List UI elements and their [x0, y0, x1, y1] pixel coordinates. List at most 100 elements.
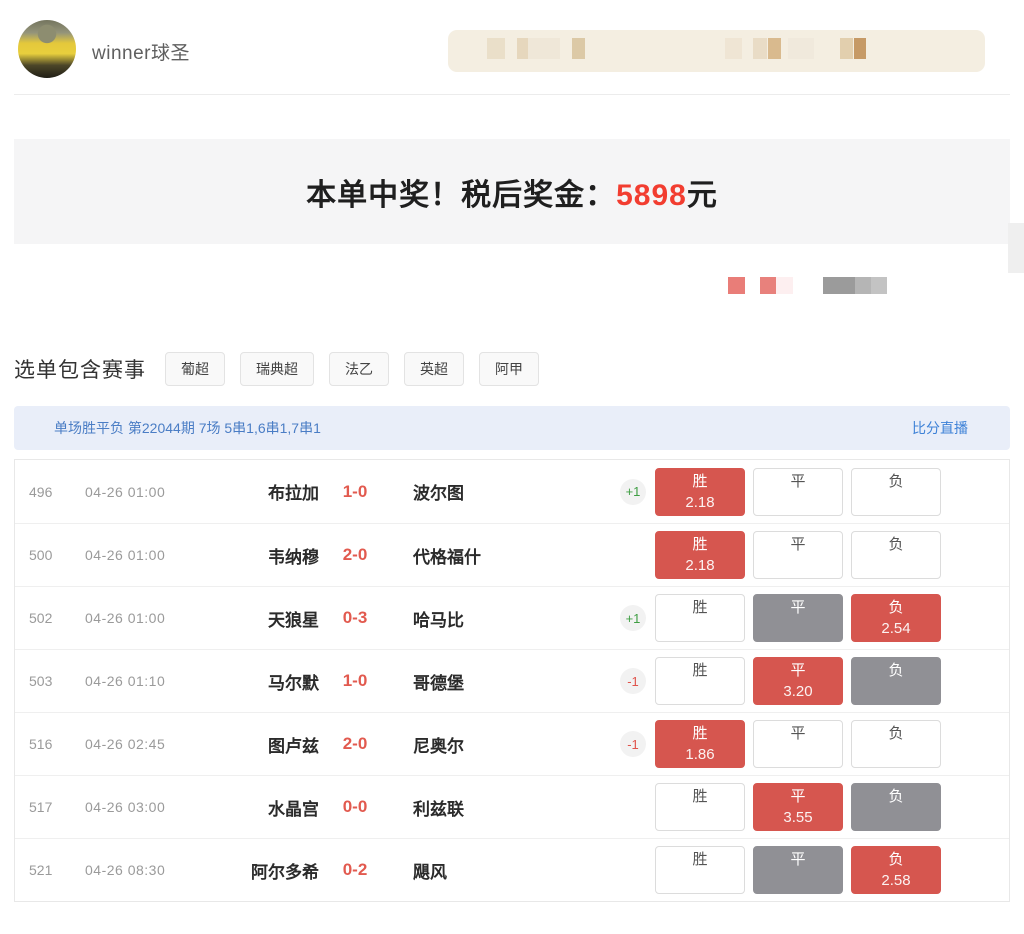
bet-option-label: 负 [888, 661, 903, 681]
redacted-banner [448, 30, 985, 72]
bet-option-lose[interactable]: 负 [851, 468, 941, 516]
bet-option-lose[interactable]: 负 [851, 531, 941, 579]
bet-option-win[interactable]: 胜 [655, 846, 745, 894]
bet-option-draw[interactable]: 平 [753, 531, 843, 579]
match-score: 1-0 [319, 671, 391, 691]
bet-option-win[interactable]: 胜 [655, 783, 745, 831]
away-team: 飓风 [391, 858, 611, 883]
section-header: 选单包含赛事 葡超 瑞典超 法乙 英超 阿甲 [14, 351, 1010, 387]
home-team: 水晶宫 [211, 795, 319, 820]
league-tag-fayi[interactable]: 法乙 [329, 352, 389, 386]
bet-option-label: 胜 [692, 787, 707, 807]
match-score: 1-0 [319, 482, 391, 502]
table-row: 517 04-26 03:00 水晶宫 0-0 利兹联 胜 平3.55 负 [15, 775, 1009, 838]
match-id: 500 [15, 547, 85, 563]
league-tag-ajia[interactable]: 阿甲 [479, 352, 539, 386]
redacted-gray-block [871, 277, 887, 294]
match-id: 521 [15, 862, 85, 878]
match-id: 502 [15, 610, 85, 626]
bet-option-label: 负 [888, 472, 903, 492]
match-time: 04-26 01:00 [85, 610, 211, 626]
away-team: 尼奥尔 [391, 732, 611, 757]
bet-option-odds: 2.54 [881, 619, 910, 638]
redacted-gray-block [855, 277, 871, 294]
bet-option-label: 平 [790, 661, 805, 681]
bet-option-label: 负 [888, 787, 903, 807]
user-avatar[interactable] [18, 20, 76, 78]
match-score: 0-2 [319, 860, 391, 880]
away-team: 哥德堡 [391, 669, 611, 694]
bet-option-odds: 3.20 [783, 682, 812, 701]
bet-options: 胜 平 负2.58 [655, 846, 941, 894]
bet-option-label: 负 [888, 535, 903, 555]
bet-option-lose[interactable]: 负2.58 [851, 846, 941, 894]
away-team: 哈马比 [391, 606, 611, 631]
home-team: 图卢兹 [211, 732, 319, 757]
bet-option-label: 胜 [692, 598, 707, 618]
bet-option-label: 胜 [692, 535, 707, 555]
bet-option-label: 平 [790, 598, 805, 618]
home-team: 天狼星 [211, 606, 319, 631]
redacted-gray-block [823, 277, 855, 294]
redacted-red-block [728, 277, 745, 294]
match-time: 04-26 01:10 [85, 673, 211, 689]
bet-option-label: 胜 [692, 724, 707, 744]
bet-option-lose[interactable]: 负 [851, 720, 941, 768]
bet-option-draw[interactable]: 平 [753, 594, 843, 642]
bet-option-draw[interactable]: 平3.20 [753, 657, 843, 705]
match-time: 04-26 03:00 [85, 799, 211, 815]
bet-option-lose[interactable]: 负 [851, 657, 941, 705]
away-team: 利兹联 [391, 795, 611, 820]
bet-info-bar: 单场胜平负 第22044期 7场 5串1,6串1,7串1 比分直播 [14, 406, 1010, 450]
bet-option-win[interactable]: 胜 [655, 657, 745, 705]
bet-option-label: 平 [790, 535, 805, 555]
table-row: 521 04-26 08:30 阿尔多希 0-2 飓风 胜 平 负2.58 [15, 838, 1009, 901]
bet-option-label: 胜 [692, 472, 707, 492]
home-team: 布拉加 [211, 479, 319, 504]
live-score-link[interactable]: 比分直播 [912, 418, 968, 438]
match-time: 04-26 08:30 [85, 862, 211, 878]
bet-option-win[interactable]: 胜2.18 [655, 468, 745, 516]
match-id: 516 [15, 736, 85, 752]
home-team: 马尔默 [211, 669, 319, 694]
header-divider [14, 94, 1010, 95]
home-team: 韦纳穆 [211, 543, 319, 568]
page-header: winner球圣 [0, 0, 1024, 94]
bet-slip-page: winner球圣 本单中奖！税后奖金：5898元 选单包含赛事 葡超 瑞典超 法… [0, 0, 1024, 934]
table-row: 503 04-26 01:10 马尔默 1-0 哥德堡 -1 胜 平3.20 负 [15, 649, 1009, 712]
bet-option-odds: 2.18 [685, 493, 714, 512]
bet-options: 胜 平 负2.54 [655, 594, 941, 642]
bet-option-win[interactable]: 胜 [655, 594, 745, 642]
away-team: 波尔图 [391, 479, 611, 504]
bet-info-text: 单场胜平负 第22044期 7场 5串1,6串1,7串1 [54, 418, 321, 438]
bet-option-odds: 1.86 [685, 745, 714, 764]
bet-option-label: 平 [790, 850, 805, 870]
league-tag-puchao[interactable]: 葡超 [165, 352, 225, 386]
bet-option-label: 平 [790, 472, 805, 492]
redacted-edge-strip [1008, 223, 1024, 273]
bet-option-draw[interactable]: 平 [753, 846, 843, 894]
handicap-badge: +1 [620, 479, 646, 505]
bet-option-win[interactable]: 胜2.18 [655, 531, 745, 579]
bet-options: 胜2.18 平 负 [655, 531, 941, 579]
bet-option-draw[interactable]: 平 [753, 720, 843, 768]
redacted-pink-block [776, 277, 793, 294]
bet-option-draw[interactable]: 平3.55 [753, 783, 843, 831]
bet-option-label: 负 [888, 724, 903, 744]
username: winner球圣 [92, 38, 190, 65]
redacted-red-block [760, 277, 776, 294]
match-score: 0-0 [319, 797, 391, 817]
bet-option-lose[interactable]: 负 [851, 783, 941, 831]
home-team: 阿尔多希 [211, 858, 319, 883]
bet-option-draw[interactable]: 平 [753, 468, 843, 516]
bet-option-label: 平 [790, 724, 805, 744]
winning-prefix: 本单中奖！税后奖金： [306, 179, 616, 212]
winning-amount: 5898 [616, 179, 687, 212]
table-row: 500 04-26 01:00 韦纳穆 2-0 代格福什 胜2.18 平 负 [15, 523, 1009, 586]
league-tag-ruidianchao[interactable]: 瑞典超 [240, 352, 314, 386]
match-score: 2-0 [319, 734, 391, 754]
league-tag-yingchao[interactable]: 英超 [404, 352, 464, 386]
match-time: 04-26 01:00 [85, 484, 211, 500]
bet-option-lose[interactable]: 负2.54 [851, 594, 941, 642]
bet-option-win[interactable]: 胜1.86 [655, 720, 745, 768]
